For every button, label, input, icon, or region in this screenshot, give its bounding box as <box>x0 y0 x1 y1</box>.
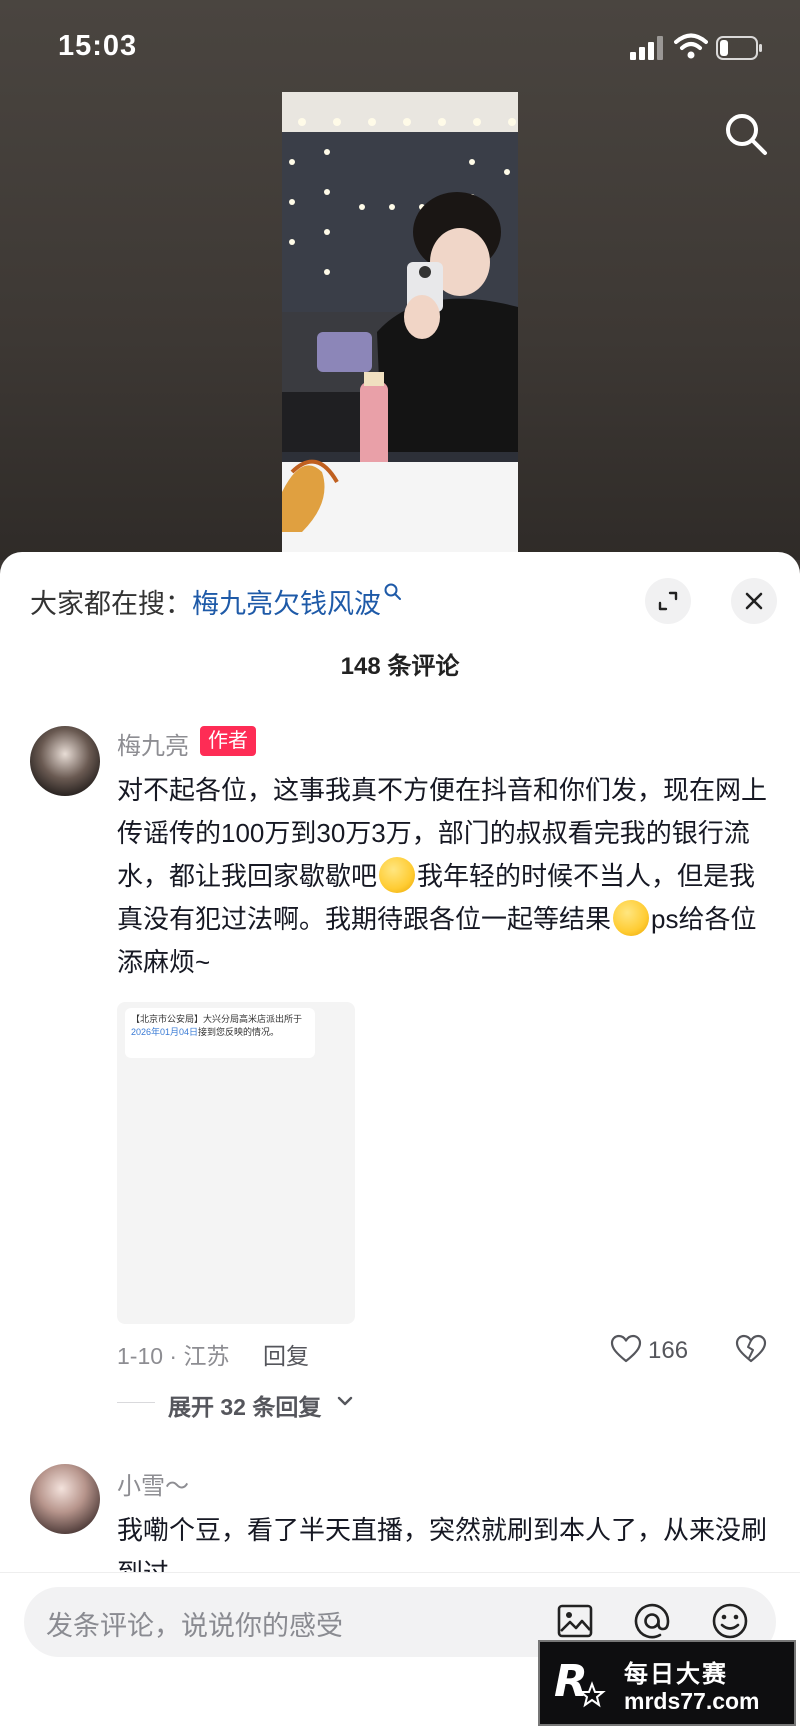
image-notice-date: 2026年01月04日 <box>131 1027 199 1037</box>
comment-count: 148 条评论 <box>340 653 460 680</box>
emoji-icon[interactable] <box>710 1601 750 1641</box>
expand-icon <box>658 591 678 611</box>
broken-heart-icon[interactable] <box>735 1334 767 1364</box>
hot-search-prefix: 大家都在搜： <box>30 589 192 619</box>
image-notice-card: 【北京市公安局】大兴分局高米店派出所于 2026年01月04日接到您反映的情况。 <box>125 1008 315 1058</box>
status-time: 15:03 <box>58 30 138 62</box>
avatar[interactable] <box>30 1464 100 1534</box>
watermark-title: 每日大赛 <box>624 1661 728 1688</box>
comment-author-name[interactable]: 梅九亮 <box>117 726 189 761</box>
comment-meta: 1-10 · 江苏 <box>117 1343 230 1369</box>
search-small-icon <box>384 583 401 600</box>
comment-author-name[interactable]: 小雪～ <box>117 1466 189 1501</box>
comment-text: 对不起各位，这事我真不方便在抖音和你们发，现在网上传谣传的100万到30万3万，… <box>117 769 777 984</box>
search-icon[interactable] <box>722 110 770 158</box>
hot-search-bar[interactable]: 大家都在搜：梅九亮欠钱风波 <box>30 582 403 621</box>
author-badge: 作者 <box>200 726 256 756</box>
video-frame-image <box>282 92 518 552</box>
video-player[interactable] <box>282 92 518 552</box>
expand-replies-button[interactable]: 展开 32 条回复 <box>168 1388 321 1422</box>
at-mention-icon[interactable] <box>632 1601 672 1641</box>
crying-laughing-emoji-icon <box>379 857 416 893</box>
image-notice-text: 【北京市公安局】大兴分局高米店派出所于 <box>131 1014 303 1024</box>
heart-icon[interactable] <box>610 1334 642 1364</box>
chevron-down-icon[interactable] <box>336 1394 354 1408</box>
battery-icon <box>716 36 762 60</box>
divider <box>117 1402 155 1403</box>
watermark: R 每日大赛 mrds77.com <box>538 1640 796 1726</box>
expand-button[interactable] <box>645 578 691 624</box>
watermark-url: mrds77.com <box>624 1688 760 1714</box>
svg-text:R: R <box>554 1656 588 1707</box>
signal-icon <box>630 36 663 60</box>
watermark-logo: R <box>554 1656 606 1708</box>
image-icon[interactable] <box>555 1601 595 1641</box>
image-notice-text: 接到您反映的情况。 <box>198 1027 280 1037</box>
comments-panel: 大家都在搜：梅九亮欠钱风波 148 条评论 梅九亮 作者 对不起各位，这事我真不… <box>0 552 800 1731</box>
comment-image[interactable]: 【北京市公安局】大兴分局高米店派出所于 2026年01月04日接到您反映的情况。 <box>117 1002 355 1324</box>
like-count: 166 <box>648 1337 689 1364</box>
dizzy-smile-emoji-icon <box>613 900 650 936</box>
status-bar: 15:03 <box>0 0 800 100</box>
hot-search-keyword[interactable]: 梅九亮欠钱风波 <box>192 589 381 619</box>
avatar[interactable] <box>30 726 100 796</box>
close-button[interactable] <box>731 578 777 624</box>
reply-button[interactable]: 回复 <box>263 1337 309 1371</box>
wifi-icon <box>674 33 708 59</box>
close-icon <box>745 592 763 610</box>
comment-input-placeholder[interactable]: 发条评论，说说你的感受 <box>46 1604 343 1643</box>
